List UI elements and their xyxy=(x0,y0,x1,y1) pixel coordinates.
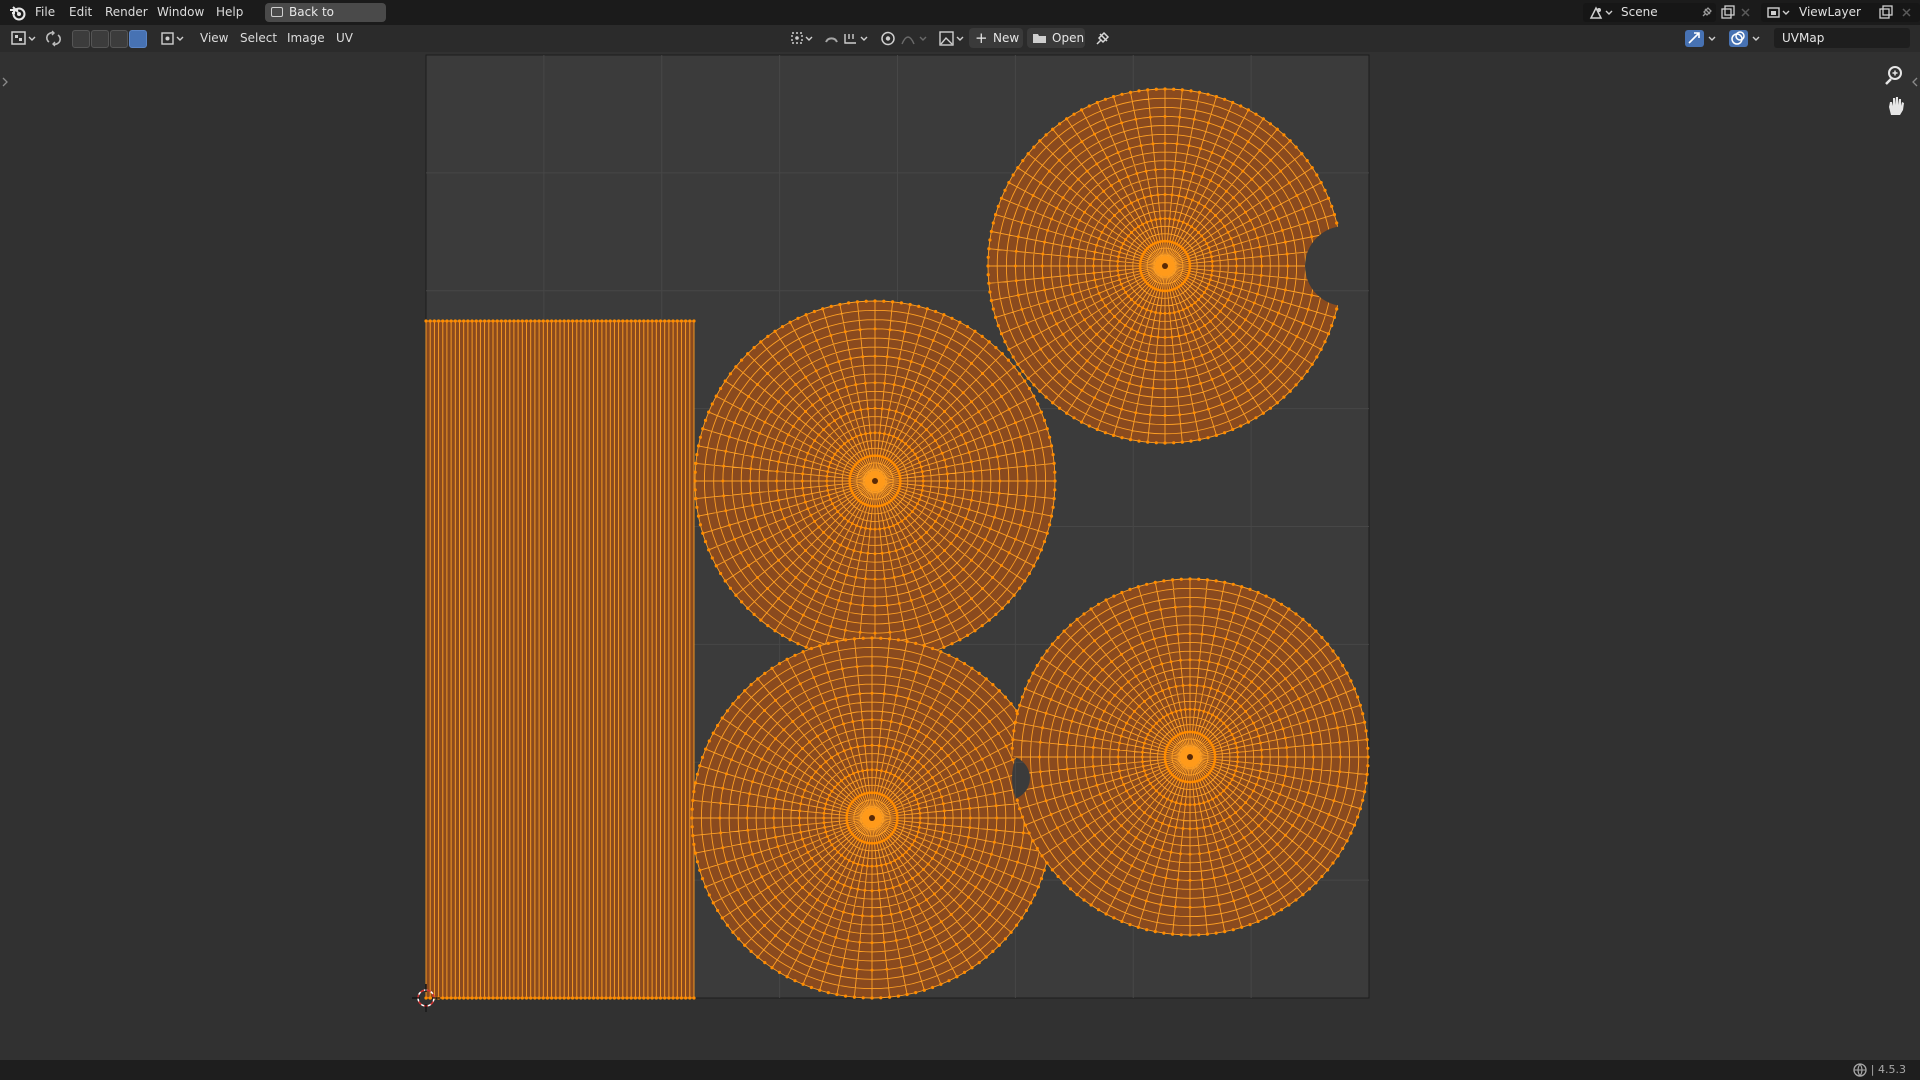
close-icon[interactable] xyxy=(1740,7,1751,18)
menu-file[interactable]: File xyxy=(35,0,55,25)
pin-image-icon[interactable] xyxy=(1094,31,1110,47)
sync-select-icon[interactable] xyxy=(45,30,62,47)
close-view-layer-icon[interactable] xyxy=(1901,7,1912,18)
pin-icon[interactable] xyxy=(1700,6,1713,19)
view-layer-selector[interactable]: ViewLayer xyxy=(1761,3,1920,22)
edge-select-mode-icon[interactable] xyxy=(91,30,109,48)
new-view-layer-icon[interactable] xyxy=(1878,5,1893,20)
image-icon[interactable] xyxy=(938,30,966,47)
sidebar-toggle-right-icon[interactable] xyxy=(1911,76,1919,88)
view-layer-name: ViewLayer xyxy=(1799,5,1861,19)
uv-map-selector[interactable]: UVMap xyxy=(1774,28,1910,48)
sidebar-toggle-left-icon[interactable] xyxy=(1,76,9,88)
header-menu-image[interactable]: Image xyxy=(287,25,325,52)
globe-icon xyxy=(1853,1063,1867,1077)
header-menu-select[interactable]: Select xyxy=(240,25,277,52)
open-image-label: Open xyxy=(1052,31,1085,45)
snap-icon[interactable] xyxy=(823,30,873,47)
menu-help[interactable]: Help xyxy=(216,0,243,25)
island-select-mode-icon[interactable] xyxy=(129,30,147,48)
scene-icon xyxy=(1589,6,1613,19)
vertex-select-mode-icon[interactable] xyxy=(72,30,90,48)
new-image-button[interactable]: + New xyxy=(969,28,1023,48)
proportional-icon[interactable] xyxy=(880,30,930,47)
new-image-label: New xyxy=(993,31,1020,45)
blender-logo-icon[interactable] xyxy=(9,4,27,21)
menu-render[interactable]: Render xyxy=(105,0,148,25)
scene-selector[interactable]: Scene xyxy=(1583,3,1716,22)
editor-type-icon[interactable] xyxy=(10,30,38,47)
hand-icon[interactable] xyxy=(1883,93,1909,119)
version-label: | 4.5.3 xyxy=(1870,1063,1906,1076)
menu-window[interactable]: Window xyxy=(157,0,204,25)
header-menu-view[interactable]: View xyxy=(200,25,228,52)
overlay-icon[interactable] xyxy=(1728,29,1764,48)
back-to-previous-button[interactable]: Back to Previous xyxy=(265,3,386,38)
header-menu-uv[interactable]: UV xyxy=(336,25,353,52)
select-mode-dropdown-icon[interactable] xyxy=(160,30,186,47)
plus-icon: + xyxy=(975,29,988,47)
open-image-button[interactable]: Open xyxy=(1027,28,1085,48)
scene-name: Scene xyxy=(1621,5,1658,19)
face-select-mode-icon[interactable] xyxy=(110,30,128,48)
menu-edit[interactable]: Edit xyxy=(69,0,92,25)
back-icon xyxy=(271,7,283,17)
new-scene-icon[interactable] xyxy=(1720,5,1735,20)
uv-map-name: UVMap xyxy=(1782,31,1825,45)
gizmo-icon[interactable] xyxy=(1684,29,1720,48)
select-mode-group xyxy=(72,30,149,48)
view-layer-icon xyxy=(1767,7,1790,18)
zoom-icon[interactable] xyxy=(1883,62,1909,88)
version-number: 4.5.3 xyxy=(1878,1063,1906,1076)
uv-editor-viewport[interactable] xyxy=(0,52,1920,1060)
pivot-icon[interactable] xyxy=(789,30,815,47)
status-bar xyxy=(0,1060,1920,1080)
folder-icon xyxy=(1033,34,1046,43)
